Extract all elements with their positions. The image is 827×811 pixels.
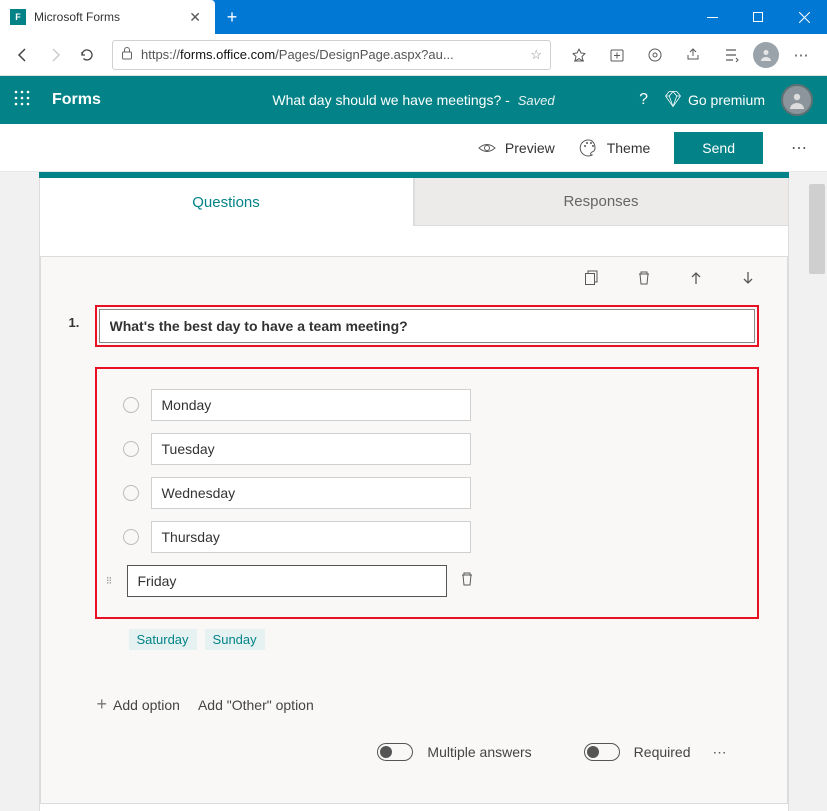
app-header: Forms What day should we have meetings? … xyxy=(0,76,827,124)
add-other-option-button[interactable]: Add "Other" option xyxy=(198,697,314,713)
share-icon[interactable] xyxy=(677,39,709,71)
scrollbar[interactable] xyxy=(809,184,825,274)
extension-icon-2[interactable] xyxy=(715,39,747,71)
go-premium-button[interactable]: Go premium xyxy=(664,90,765,111)
options-list: Monday Tuesday Wednesday Thursday xyxy=(95,367,759,619)
favorites-icon[interactable] xyxy=(563,39,595,71)
forward-button[interactable] xyxy=(42,42,68,68)
more-actions-button[interactable]: ⋯ xyxy=(791,138,809,158)
help-icon[interactable]: ? xyxy=(639,91,648,109)
lock-icon xyxy=(121,46,133,63)
responses-tab[interactable]: Responses xyxy=(414,178,789,226)
option-row: Monday xyxy=(123,387,747,423)
form-actionbar: Preview Theme Send ⋯ xyxy=(0,124,827,172)
option-row: Wednesday xyxy=(123,475,747,511)
collections-icon[interactable] xyxy=(601,39,633,71)
browser-tab[interactable]: F Microsoft Forms ✕ xyxy=(0,0,215,34)
duplicate-icon[interactable] xyxy=(581,270,603,286)
suggestion-chip[interactable]: Sunday xyxy=(205,629,265,650)
tab-title: Microsoft Forms xyxy=(34,10,185,24)
profile-avatar[interactable] xyxy=(753,42,779,68)
question-toolbar xyxy=(41,257,787,299)
question-more-button[interactable]: ⋯ xyxy=(713,744,729,761)
move-up-icon[interactable] xyxy=(685,270,707,286)
maximize-button[interactable] xyxy=(735,0,781,34)
saved-indicator: Saved xyxy=(518,93,555,108)
send-button[interactable]: Send xyxy=(674,132,763,164)
preview-button[interactable]: Preview xyxy=(477,138,555,158)
suggestion-chip[interactable]: Saturday xyxy=(129,629,197,650)
required-label: Required xyxy=(634,744,691,760)
eye-icon xyxy=(477,138,497,158)
refresh-button[interactable] xyxy=(74,42,100,68)
option-label[interactable]: Monday xyxy=(151,389,471,421)
radio-icon xyxy=(123,441,139,457)
option-row: Tuesday xyxy=(123,431,747,467)
favorite-icon[interactable]: ☆ xyxy=(530,47,542,63)
radio-icon xyxy=(123,485,139,501)
new-tab-button[interactable]: + xyxy=(215,0,249,34)
plus-icon: + xyxy=(97,694,108,715)
palette-icon xyxy=(579,138,599,158)
theme-button[interactable]: Theme xyxy=(579,138,651,158)
window-titlebar: F Microsoft Forms ✕ + xyxy=(0,0,827,34)
url-text: https://forms.office.com/Pages/DesignPag… xyxy=(141,47,522,62)
option-label[interactable]: Tuesday xyxy=(151,433,471,465)
more-menu-button[interactable]: ⋯ xyxy=(785,39,817,71)
forms-favicon: F xyxy=(10,9,26,25)
app-name[interactable]: Forms xyxy=(52,91,101,109)
multiple-answers-toggle[interactable] xyxy=(377,743,413,761)
drag-handle-icon[interactable]: ⠿ xyxy=(101,576,115,587)
question-number: 1. xyxy=(69,315,85,330)
radio-icon xyxy=(123,397,139,413)
delete-option-icon[interactable] xyxy=(459,571,475,591)
multiple-answers-label: Multiple answers xyxy=(427,744,531,760)
option-row: Thursday xyxy=(123,519,747,555)
option-row-editing: ⠿ xyxy=(101,563,747,599)
move-down-icon[interactable] xyxy=(737,270,759,286)
minimize-button[interactable] xyxy=(689,0,735,34)
option-suggestions: Saturday Sunday xyxy=(129,629,759,650)
address-bar[interactable]: https://forms.office.com/Pages/DesignPag… xyxy=(112,40,551,70)
browser-toolbar: https://forms.office.com/Pages/DesignPag… xyxy=(0,34,827,76)
questions-tab[interactable]: Questions xyxy=(39,178,414,226)
delete-icon[interactable] xyxy=(633,270,655,286)
question-card: 1. Monday Tuesday xyxy=(40,256,788,804)
form-title-display: What day should we have meetings? - Save… xyxy=(272,92,554,108)
close-tab-icon[interactable]: ✕ xyxy=(185,7,205,28)
required-toggle[interactable] xyxy=(584,743,620,761)
extension-icon-1[interactable] xyxy=(639,39,671,71)
radio-icon xyxy=(123,529,139,545)
form-canvas: Questions Responses xyxy=(0,172,827,811)
app-launcher-icon[interactable] xyxy=(14,90,30,111)
premium-icon xyxy=(664,90,682,111)
close-window-button[interactable] xyxy=(781,0,827,34)
editor-tabs: Questions Responses xyxy=(39,178,789,226)
option-label[interactable]: Wednesday xyxy=(151,477,471,509)
option-input[interactable] xyxy=(127,565,447,597)
add-option-button[interactable]: + Add option xyxy=(97,694,180,715)
question-text-input[interactable] xyxy=(99,309,755,343)
option-label[interactable]: Thursday xyxy=(151,521,471,553)
back-button[interactable] xyxy=(10,42,36,68)
user-avatar[interactable] xyxy=(781,84,813,116)
